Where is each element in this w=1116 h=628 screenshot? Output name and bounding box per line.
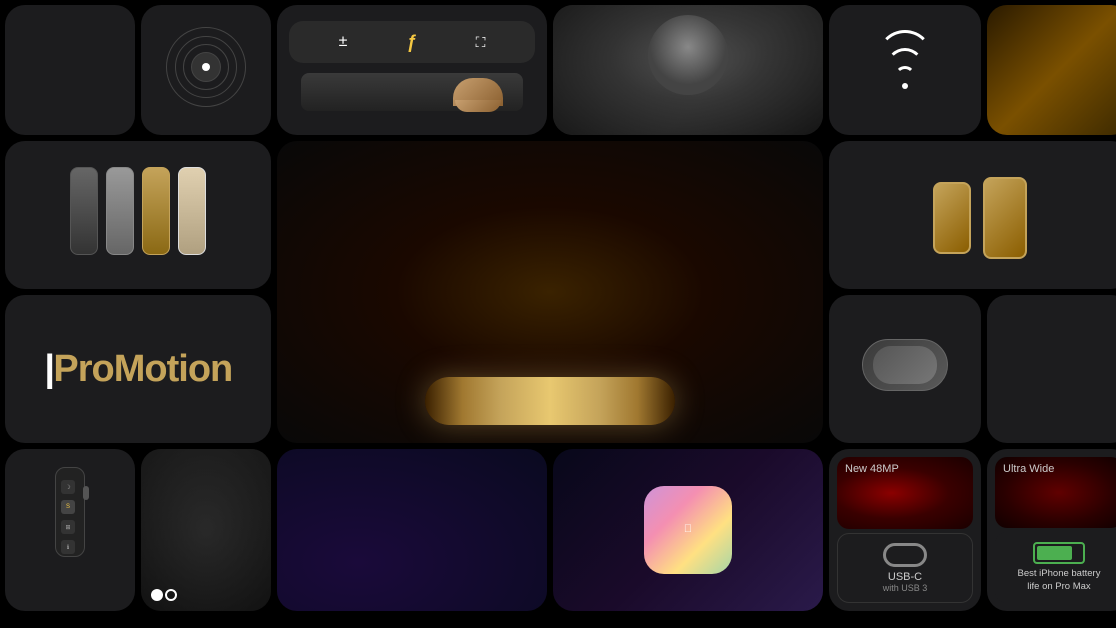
- hand-graphic: [301, 73, 522, 111]
- photo-styles-tile: [553, 5, 823, 135]
- wifi-icon: [875, 46, 935, 86]
- a18-tile: : [553, 449, 823, 611]
- usbc-label: USB-C: [888, 571, 922, 583]
- iphone-side-view: [425, 377, 675, 425]
- 48mp-tile: New 48MP USB-C with USB 3: [829, 449, 981, 611]
- 4k120-tile: [141, 449, 271, 611]
- telephoto-tile: [5, 5, 135, 135]
- size-69: [983, 171, 1027, 259]
- ultrawide-inner-label: Ultra Wide: [1003, 463, 1115, 475]
- promotion-p-icon: |: [44, 348, 54, 390]
- usb3-label: with USB 3: [883, 583, 928, 593]
- usbc-icon: [883, 543, 927, 567]
- phone-gold: [142, 167, 170, 255]
- titanium-phones: [17, 167, 259, 255]
- vision-pro-icon: [862, 339, 948, 391]
- camera-control-tile: ± ƒ ⛶: [277, 5, 547, 135]
- cc-icon-frame: ⛶: [476, 34, 486, 51]
- phone-large: [983, 177, 1027, 259]
- person-silhouette: [648, 15, 728, 95]
- spatial-tile: [829, 295, 981, 443]
- dolby-circle-hollow: [165, 589, 177, 601]
- action-btn-visual: ☽ S ⊞ ℹ: [15, 467, 125, 557]
- phone-silver: [106, 167, 134, 255]
- dolby-circle-full: [151, 589, 163, 601]
- phone-small: [933, 182, 971, 254]
- action-icons: ☽ S ⊞ ℹ: [61, 480, 75, 554]
- ultrawide-tile: Ultra Wide Best iPhone batterylife on Pr…: [987, 449, 1116, 611]
- phone-black: [70, 167, 98, 255]
- battery-label: Best iPhone batterylife on Pro Max: [1018, 568, 1101, 593]
- pro-hero-tile: [277, 141, 823, 443]
- apple-logo-chip: : [684, 523, 692, 535]
- promotion-text: |ProMotion: [44, 348, 233, 391]
- action-button-tile: ☽ S ⊞ ℹ: [5, 449, 135, 611]
- action-btn-knob: [83, 486, 89, 500]
- promotion-tile: |ProMotion: [5, 295, 271, 443]
- dolby-logo-icon: [151, 589, 177, 601]
- mic-rings-icon: [166, 27, 246, 107]
- wifi-tile: [829, 5, 981, 135]
- 4k-content: [151, 585, 261, 601]
- phone-white: [178, 167, 206, 255]
- cc-icon-f: ƒ: [406, 32, 416, 53]
- 48mp-inner-label: New 48MP: [845, 463, 965, 475]
- ceramic-tile: [987, 5, 1116, 135]
- titanium-tile: [5, 141, 271, 289]
- promotion-rest: ProMotion: [53, 348, 232, 390]
- size-63: [933, 176, 971, 254]
- apple-intelligence-tile: [277, 449, 547, 611]
- sizes-tile: [829, 141, 1116, 289]
- dolby-branding: [151, 589, 261, 601]
- a18-chip-icon: : [644, 486, 732, 574]
- mics-tile: [141, 5, 271, 135]
- cc-icon-plus: ±: [339, 33, 348, 51]
- battery-icon: [1033, 542, 1085, 564]
- raytracing-tile: [987, 295, 1116, 443]
